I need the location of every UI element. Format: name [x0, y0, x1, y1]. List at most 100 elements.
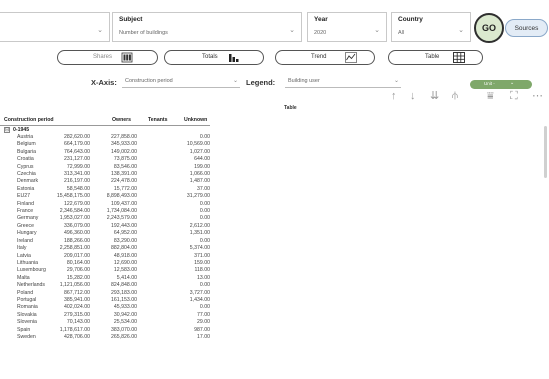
table-row[interactable]: Finland 122,679.00 109,437.00 0.00	[0, 201, 210, 208]
filter-label: Country	[398, 16, 423, 23]
unknown-cell: 644.00	[194, 156, 210, 163]
country-filter[interactable]: Country All ⌄	[391, 12, 471, 42]
table-row[interactable]: France 2,346,584.00 1,734,084.00 0.00	[0, 208, 210, 215]
vertical-scrollbar[interactable]	[544, 126, 547, 178]
table-row[interactable]: Belgium 664,179.00 345,933.00 10,569.00	[0, 141, 210, 148]
table-row[interactable]: EU27 15,458,175.00 8,898,493.00 31,279.00	[0, 193, 210, 200]
chevron-down-icon: ⌄	[393, 78, 399, 84]
unknown-cell: 2,612.00	[189, 222, 210, 229]
line-chart-icon	[345, 52, 357, 63]
unknown-cell: 1,066.00	[189, 171, 210, 178]
tenants-cell: 73,875.00	[113, 156, 137, 163]
tenants-cell: 192,443.00	[111, 222, 137, 229]
row-label: Estonia	[17, 185, 35, 192]
tenants-cell: 227,858.00	[111, 134, 137, 140]
tenants-cell: 12,583.00	[113, 267, 137, 274]
table-row[interactable]: Slovenia 70,143.00 25,534.00 29.00	[0, 319, 210, 326]
filter-label: Subject	[119, 16, 143, 23]
tab-totals[interactable]: Totals	[164, 50, 264, 65]
column-header[interactable]: Unknown	[184, 117, 207, 123]
filter-slicer-1[interactable]: ⌄	[0, 12, 110, 42]
owners-cell: 496,360.00	[64, 230, 90, 237]
table-row[interactable]: Spain 1,178,617.00 383,070.00 987.00	[0, 327, 210, 334]
subject-filter[interactable]: Subject Number of buildings ⌄	[112, 12, 302, 42]
table-row[interactable]: Estonia 58,548.00 15,772.00 37.00	[0, 186, 210, 193]
focus-mode-icon[interactable]: ⛶	[510, 90, 518, 102]
chevron-down-icon[interactable]: ⌄	[374, 27, 380, 34]
table-row[interactable]: Austria 282,620.00 227,858.00 0.00	[0, 134, 210, 141]
chevron-down-icon[interactable]: ⌄	[289, 27, 295, 34]
unit-dropdown[interactable]: Unit - ⌄	[470, 80, 532, 89]
legend-dropdown[interactable]: Building user ⌄	[285, 76, 401, 88]
table-row[interactable]: Romania 402,024.00 45,933.00 0.00	[0, 304, 210, 311]
row-label: Latvia	[17, 252, 31, 259]
table-row[interactable]: Malta 15,282.00 5,414.00 13.00	[0, 275, 210, 282]
owners-cell: 402,024.00	[64, 304, 90, 311]
table-row[interactable]: Netherlands 1,121,056.00 824,848.00 0.00	[0, 282, 210, 289]
group-label: 0-1945	[13, 127, 30, 133]
table-row[interactable]: Greece 336,079.00 192,443.00 2,612.00	[0, 223, 210, 230]
filter-value: 2020	[314, 30, 327, 36]
xaxis-dropdown[interactable]: Construction period ⌄	[122, 76, 240, 88]
drill-down-icon[interactable]: ↓	[410, 90, 416, 102]
table-row[interactable]: Croatia 231,127.00 73,875.00 644.00	[0, 156, 210, 163]
unknown-cell: 0.00	[199, 200, 210, 207]
owners-cell: 385,941.00	[64, 296, 90, 303]
table-row[interactable]: Bulgaria 764,643.00 149,002.00 1,027.00	[0, 149, 210, 156]
drill-up-icon[interactable]: ↑	[391, 90, 397, 102]
table-row[interactable]: Czechia 313,341.00 138,391.00 1,066.00	[0, 171, 210, 178]
unknown-cell: 1,487.00	[189, 178, 210, 185]
tenants-cell: 109,437.00	[111, 200, 137, 207]
table-row[interactable]: Ireland 188,266.00 83,290.00 0.00	[0, 238, 210, 245]
owners-cell: 1,121,056.00	[59, 282, 90, 289]
unknown-cell: 0.00	[199, 237, 210, 244]
filter-value: Number of buildings	[119, 30, 168, 36]
year-filter[interactable]: Year 2020 ⌄	[307, 12, 387, 42]
filter-icon[interactable]: ⩸	[487, 90, 494, 102]
owners-cell: 867,712.00	[64, 289, 90, 296]
legend-value: Building user	[288, 78, 320, 84]
row-label: Malta	[17, 274, 30, 281]
tab-label: Table	[425, 54, 440, 60]
row-label: France	[17, 208, 34, 215]
tab-trend[interactable]: Trend	[275, 50, 375, 65]
column-header[interactable]: Tenants	[148, 117, 168, 123]
table-row[interactable]: Luxembourg 29,706.00 12,583.00 118.00	[0, 267, 210, 274]
table-row[interactable]: Lithuania 80,164.00 12,690.00 159.00	[0, 260, 210, 267]
table-row[interactable]: Slovakia 279,315.00 30,942.00 77.00	[0, 312, 210, 319]
table-icon	[453, 52, 465, 63]
owners-cell: 188,266.00	[64, 237, 90, 244]
row-label: Slovakia	[17, 311, 37, 318]
unknown-cell: 0.00	[199, 304, 210, 311]
row-label: Luxembourg	[17, 267, 46, 274]
more-options-icon[interactable]: ⋯	[532, 90, 543, 102]
collapse-icon[interactable]: ⊟	[4, 127, 10, 133]
table-row[interactable]: Latvia 209,017.00 48,918.00 371.00	[0, 253, 210, 260]
table-row[interactable]: Poland 867,712.00 293,183.00 3,727.00	[0, 290, 210, 297]
chevron-down-icon[interactable]: ⌄	[97, 27, 103, 34]
row-label: EU27	[17, 193, 30, 200]
tab-table[interactable]: Table	[388, 50, 483, 65]
chevron-down-icon[interactable]: ⌄	[458, 27, 464, 34]
table-row[interactable]: Sweden 428,706.00 265,826.00 17.00	[0, 334, 210, 341]
table-row[interactable]: Italy 2,258,851.00 882,804.00 5,374.00	[0, 245, 210, 252]
column-header[interactable]: Construction period	[4, 117, 54, 123]
go-button[interactable]: GO	[474, 13, 504, 43]
table-row[interactable]: Cyprus 72,999.00 83,546.00 199.00	[0, 164, 210, 171]
table-row[interactable]: Portugal 385,941.00 161,153.00 1,434.00	[0, 297, 210, 304]
hierarchy-icon[interactable]: ⫛	[452, 90, 458, 102]
unknown-cell: 31,279.00	[186, 193, 210, 200]
row-label: Croatia	[17, 156, 34, 163]
unknown-cell: 118.00	[194, 267, 210, 274]
stacked-bar-icon	[121, 52, 133, 63]
expand-all-down-icon[interactable]: ⇊	[430, 90, 439, 102]
sources-button[interactable]: Sources	[505, 19, 548, 37]
owners-cell: 209,017.00	[64, 252, 90, 259]
table-row[interactable]: Hungary 496,360.00 64,952.00 1,351.00	[0, 230, 210, 237]
table-row[interactable]: Denmark 216,197.00 224,478.00 1,487.00	[0, 178, 210, 185]
tab-shares[interactable]: Shares	[57, 50, 158, 65]
row-label: Czechia	[17, 171, 36, 178]
table-row[interactable]: Germany 1,953,027.00 2,243,579.00 0.00	[0, 215, 210, 222]
column-header[interactable]: Owners	[112, 117, 131, 123]
group-row: ⊟ 0-1945	[0, 126, 210, 134]
